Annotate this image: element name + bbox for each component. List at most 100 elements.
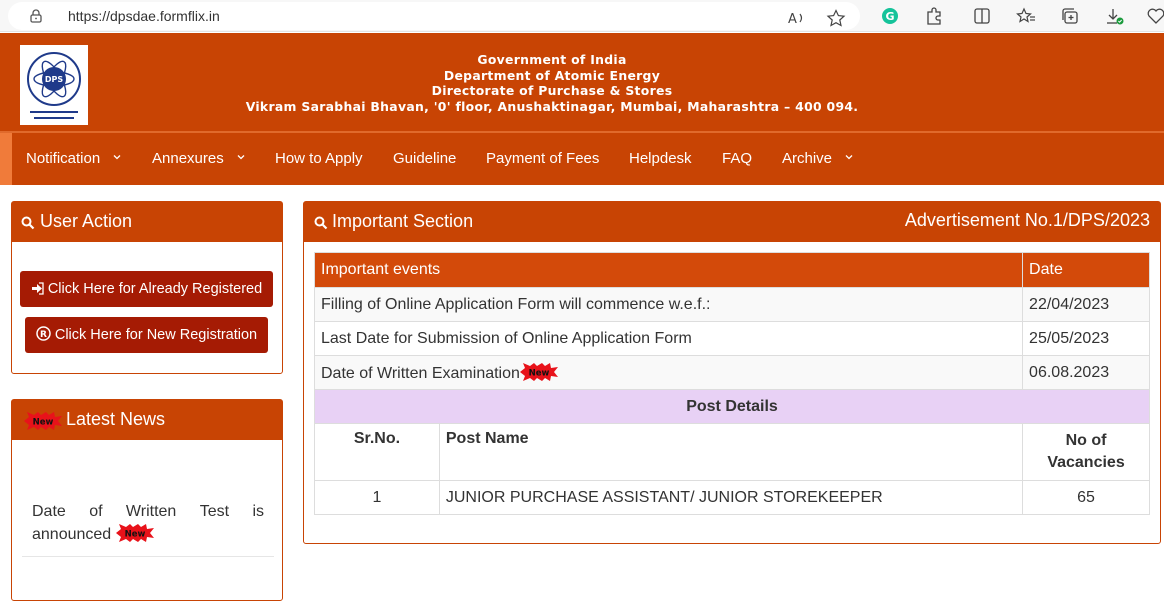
post-name: JUNIOR PURCHASE ASSISTANT/ JUNIOR STOREK… — [438, 480, 1024, 515]
new-badge-icon: New — [519, 362, 558, 381]
svg-text:R: R — [40, 330, 47, 340]
post-columns-row: Sr.No. Post Name No of Vacancies — [314, 423, 1150, 481]
table-row: 1 JUNIOR PURCHASE ASSISTANT/ JUNIOR STOR… — [314, 480, 1150, 515]
svg-text:A: A — [788, 12, 797, 27]
post-srno: 1 — [314, 480, 440, 515]
news-word: Date — [32, 503, 66, 520]
svg-text:G: G — [886, 10, 895, 23]
header-important-events: Important events — [313, 252, 1024, 288]
collections-icon[interactable] — [1060, 7, 1080, 25]
chevron-down-icon — [113, 155, 121, 160]
nav-accent-bar — [0, 133, 12, 185]
advertisement-number: Advertisement No.1/DPS/2023 — [904, 210, 1150, 230]
main-nav: Notification Annexures How to Apply Guid… — [0, 131, 1164, 185]
col-vacancies: No of Vacancies — [1022, 423, 1150, 481]
new-badge-icon: New — [115, 524, 154, 542]
event-date: 22/04/2023 — [1022, 287, 1150, 322]
event-label: Filling of Online Application Form will … — [313, 287, 1024, 322]
important-section-header: Important Section Advertisement No.1/DPS… — [304, 202, 1160, 242]
favorites-icon[interactable] — [1016, 7, 1036, 25]
news-item[interactable]: Date of Written Test is announced New — [32, 500, 264, 546]
news-item-line2: announced New — [32, 523, 264, 546]
news-item-line1: Date of Written Test is — [32, 500, 264, 523]
nav-item-label: Notification — [26, 150, 101, 167]
lock-icon — [30, 9, 42, 23]
latest-news-header: New Latest News — [12, 400, 282, 440]
read-aloud-icon[interactable]: A — [786, 9, 806, 27]
header-title-block: Government of India Department of Atomic… — [0, 52, 1104, 114]
header-line-government: Government of India — [477, 52, 627, 67]
table-row: Last Date for Submission of Online Appli… — [313, 321, 1150, 356]
nav-item-label: Annexures — [152, 150, 224, 167]
nav-item-guideline[interactable]: Guideline — [393, 150, 456, 167]
new-registration-label: Click Here for New Registration — [54, 327, 258, 343]
extensions-icon[interactable] — [924, 7, 944, 25]
nav-item-how-to-apply[interactable]: How to Apply — [275, 150, 363, 167]
nav-item-label: Archive — [782, 150, 833, 167]
already-registered-button[interactable]: Click Here for Already Registered — [20, 271, 273, 307]
search-icon — [314, 216, 328, 230]
search-icon — [21, 216, 35, 230]
user-action-title: User Action — [40, 211, 133, 231]
news-word: is — [252, 503, 264, 520]
event-label: Date of Written Examination — [321, 364, 520, 382]
col-vacancies-line1: No of — [1065, 432, 1107, 449]
new-registration-button[interactable]: R Click Here for New Registration — [25, 317, 268, 353]
header-line-department: Department of Atomic Energy — [443, 67, 661, 83]
header-date: Date — [1022, 252, 1150, 288]
nav-item-archive[interactable]: Archive — [782, 150, 853, 167]
browser-toolbar: https://dpsdae.formflix.in A G — [0, 0, 1164, 32]
nav-item-label: How to Apply — [275, 150, 363, 167]
user-action-panel: User Action Click Here for Already Regis… — [11, 201, 283, 374]
event-date: 25/05/2023 — [1022, 321, 1150, 356]
downloads-icon[interactable] — [1104, 7, 1124, 25]
chevron-down-icon — [237, 155, 245, 160]
table-header-row: Important events Date — [313, 252, 1150, 288]
performance-heart-icon[interactable] — [1146, 7, 1164, 25]
important-events-table: Important events Date Filling of Online … — [313, 252, 1150, 515]
header-line-address: Vikram Sarabhai Bhavan, '0' floor, Anush… — [245, 98, 859, 114]
news-word: announced — [32, 526, 112, 543]
nav-item-helpdesk[interactable]: Helpdesk — [629, 150, 692, 167]
event-date: 06.08.2023 — [1022, 355, 1150, 390]
news-word: Written — [125, 503, 177, 520]
table-row: Filling of Online Application Form will … — [313, 287, 1150, 322]
news-word: Test — [199, 503, 230, 520]
chevron-down-icon — [845, 155, 853, 160]
post-details-row: Post Details — [314, 389, 1150, 424]
latest-news-panel: New Latest News Date of Written Test is … — [11, 399, 283, 601]
header-line-directorate: Directorate of Purchase & Stores — [431, 83, 673, 99]
nav-item-faq[interactable]: FAQ — [722, 150, 752, 167]
site-header: DPS Government of India Department of At… — [0, 33, 1164, 131]
event-label: Last Date for Submission of Online Appli… — [313, 321, 1024, 356]
important-section-title: Important Section — [332, 211, 474, 231]
new-badge-icon: New — [24, 412, 62, 430]
nav-item-label: Guideline — [393, 150, 457, 167]
col-srno: Sr.No. — [314, 423, 440, 481]
nav-item-label: FAQ — [722, 150, 753, 167]
nav-item-label: Payment of Fees — [486, 150, 600, 167]
news-divider — [22, 556, 274, 557]
nav-item-notification[interactable]: Notification — [26, 150, 121, 167]
svg-text:New: New — [124, 530, 145, 540]
nav-item-annexures[interactable]: Annexures — [152, 150, 245, 167]
sign-in-icon — [31, 282, 44, 295]
svg-text:New: New — [33, 418, 54, 428]
already-registered-label: Click Here for Already Registered — [47, 281, 263, 297]
nav-item-payment-of-fees[interactable]: Payment of Fees — [486, 150, 599, 167]
address-bar[interactable]: https://dpsdae.formflix.in A — [8, 2, 860, 30]
split-screen-icon[interactable] — [972, 7, 992, 25]
news-word: of — [89, 503, 103, 520]
favorite-star-icon[interactable] — [826, 9, 846, 27]
important-section-panel: Important Section Advertisement No.1/DPS… — [303, 201, 1161, 544]
post-details-title: Post Details — [314, 389, 1150, 424]
event-label-cell: Date of Written Examination New — [313, 355, 1024, 390]
post-vacancies: 65 — [1022, 480, 1150, 515]
registered-icon: R — [36, 326, 51, 341]
svg-text:New: New — [529, 368, 550, 378]
grammarly-icon[interactable]: G — [880, 7, 900, 25]
table-row: Date of Written Examination New 06.08.20… — [313, 355, 1150, 390]
col-vacancies-line2: Vacancies — [1047, 454, 1125, 471]
url-text: https://dpsdae.formflix.in — [68, 8, 220, 24]
nav-item-label: Helpdesk — [629, 150, 692, 167]
